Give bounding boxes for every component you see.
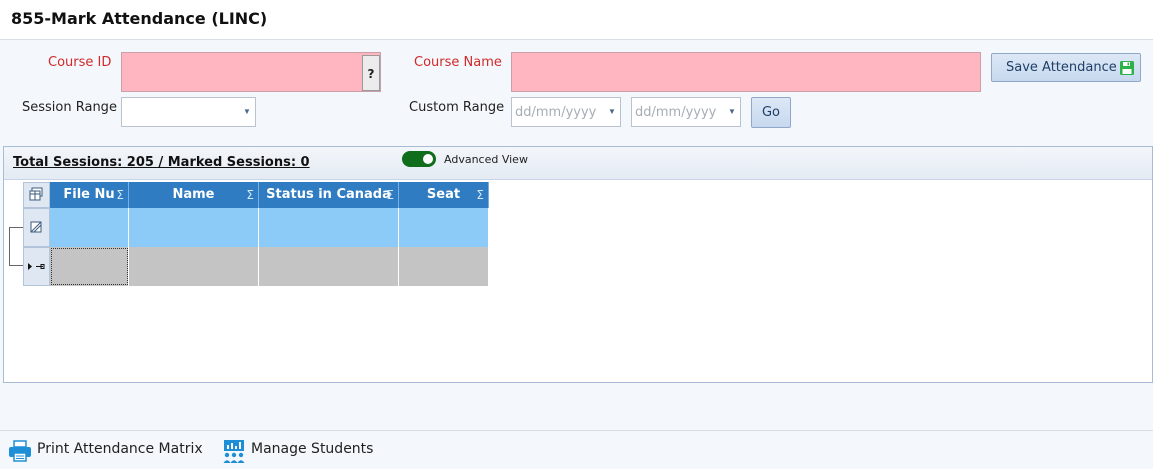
filter-row-header[interactable] <box>23 208 50 247</box>
new-row-cell-name[interactable] <box>129 247 259 286</box>
from-date-placeholder: dd/mm/yyyy <box>515 105 597 120</box>
attendance-grid: File Nu Σ Name Σ Status in Canada Σ Seat… <box>23 182 489 286</box>
column-header-label: Name <box>172 187 215 202</box>
from-date-picker[interactable]: dd/mm/yyyy ▼ <box>511 97 621 127</box>
sum-icon[interactable]: Σ <box>386 182 394 208</box>
course-lookup-button[interactable]: ? <box>362 55 380 91</box>
column-header-label: File Nu <box>63 187 115 202</box>
sum-icon[interactable]: Σ <box>476 182 484 208</box>
column-chooser-button[interactable] <box>23 182 50 208</box>
chevron-down-icon: ▼ <box>243 107 251 116</box>
new-row-pointer-icon <box>28 263 45 270</box>
column-header-label: Seat <box>426 187 461 202</box>
session-range-label: Session Range <box>22 100 117 115</box>
course-id-field[interactable] <box>121 52 381 92</box>
session-range-select[interactable]: ▼ <box>121 97 256 127</box>
title-bar: 855-Mark Attendance (LINC) <box>0 0 1153 40</box>
go-button[interactable]: Go <box>751 97 791 128</box>
panel-header: Total Sessions: 205 / Marked Sessions: 0… <box>4 147 1152 180</box>
clear-filter-icon <box>30 221 42 233</box>
column-header-file-number[interactable]: File Nu Σ <box>50 182 129 208</box>
floppy-disk-icon <box>1120 61 1134 75</box>
course-id-label: Course ID <box>48 55 112 70</box>
column-header-name[interactable]: Name Σ <box>129 182 259 208</box>
save-attendance-label: Save Attendance <box>1006 60 1117 75</box>
to-date-placeholder: dd/mm/yyyy <box>635 105 717 120</box>
advanced-view-toggle[interactable] <box>402 151 436 167</box>
advanced-view-label: Advanced View <box>444 153 528 166</box>
toggle-knob <box>423 154 433 164</box>
filter-cell-status[interactable] <box>259 208 399 247</box>
bottom-toolbar: Print Attendance Matrix Manage Students <box>0 430 1153 469</box>
sum-icon[interactable]: Σ <box>246 182 254 208</box>
new-row-header[interactable] <box>23 247 50 286</box>
window-title: 855-Mark Attendance (LINC) <box>11 9 268 28</box>
new-row-cell-file-number[interactable] <box>50 247 129 286</box>
printer-icon[interactable] <box>8 439 32 463</box>
column-header-status-in-canada[interactable]: Status in Canada Σ <box>259 182 399 208</box>
manage-students-icon[interactable] <box>222 439 246 463</box>
course-name-label: Course Name <box>414 55 502 70</box>
filter-cell-seat[interactable] <box>399 208 489 247</box>
filter-cell-name[interactable] <box>129 208 259 247</box>
save-attendance-button[interactable]: Save Attendance <box>991 53 1141 82</box>
chevron-down-icon: ▼ <box>608 107 616 116</box>
column-header-seat[interactable]: Seat Σ <box>399 182 489 208</box>
sessions-summary[interactable]: Total Sessions: 205 / Marked Sessions: 0 <box>13 155 310 170</box>
attendance-panel: Total Sessions: 205 / Marked Sessions: 0… <box>3 146 1153 383</box>
column-header-label: Status in Canada <box>266 187 391 202</box>
print-attendance-matrix-button[interactable]: Print Attendance Matrix <box>37 441 203 457</box>
column-chooser-icon <box>29 187 43 201</box>
custom-range-label: Custom Range <box>409 100 505 115</box>
course-name-field[interactable] <box>511 52 981 92</box>
sum-icon[interactable]: Σ <box>116 182 124 208</box>
filter-cell-file-number[interactable] <box>50 208 129 247</box>
tree-connector <box>9 227 23 266</box>
to-date-picker[interactable]: dd/mm/yyyy ▼ <box>631 97 741 127</box>
new-row-cell-status[interactable] <box>259 247 399 286</box>
manage-students-button[interactable]: Manage Students <box>251 441 373 457</box>
chevron-down-icon: ▼ <box>728 107 736 116</box>
new-row-cell-seat[interactable] <box>399 247 489 286</box>
